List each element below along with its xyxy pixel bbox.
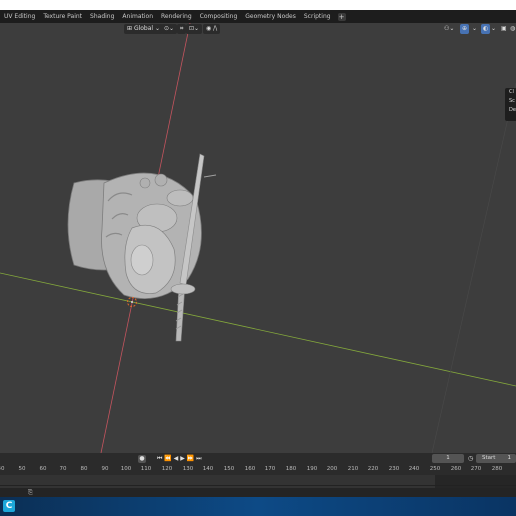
chevron-down-icon: ⌄: [491, 25, 497, 32]
tab-uv-editing[interactable]: UV Editing: [0, 10, 39, 23]
tick-label: 90: [101, 466, 109, 472]
keyframe-icon[interactable]: ⎘: [28, 488, 33, 497]
tick-label: 220: [367, 466, 379, 472]
overlay-dropdown[interactable]: ⌄: [491, 24, 496, 34]
viewport-shading-icon: ◍: [510, 25, 516, 32]
track-divider: [0, 485, 516, 486]
viewport-scene: [0, 23, 516, 453]
visibility-dropdown[interactable]: ⚇⌄: [444, 24, 454, 34]
tick-label: 140: [202, 466, 214, 472]
start-label: Start: [482, 455, 496, 461]
tick-label: 70: [59, 466, 67, 472]
panel-line: De: [509, 107, 516, 113]
gizmo-toggle[interactable]: ⊕: [460, 24, 470, 34]
tick-label: 160: [244, 466, 256, 472]
tick-label: 210: [347, 466, 359, 472]
shading-solid-button[interactable]: ◍: [510, 24, 515, 34]
tick-label: 180: [285, 466, 297, 472]
tick-label: 100: [120, 466, 132, 472]
tab-geometry-nodes[interactable]: Geometry Nodes: [241, 10, 300, 23]
clock-icon[interactable]: ◷: [468, 455, 473, 463]
tick-label: 170: [264, 466, 276, 472]
record-button[interactable]: ●: [138, 455, 146, 463]
overlay-icon: ◐: [483, 25, 489, 32]
snap-toggle[interactable]: ⌗: [177, 24, 187, 34]
xray-icon: ▣: [501, 25, 507, 32]
playback-controls[interactable]: ⏮ ⏪ ◀ ▶ ⏩ ⏭: [157, 455, 202, 463]
tick-label: 250: [429, 466, 441, 472]
pivot-icon: ⊙⌄: [164, 25, 175, 32]
panel-line: Sc: [509, 98, 515, 104]
tick-label: 130: [182, 466, 194, 472]
snap-target-dropdown[interactable]: ⊡⌄: [186, 24, 203, 34]
visibility-icon: ⚇⌄: [444, 25, 455, 32]
app-icon[interactable]: C: [3, 500, 15, 512]
tab-animation[interactable]: Animation: [118, 10, 157, 23]
tab-scripting[interactable]: Scripting: [300, 10, 335, 23]
chevron-down-icon: ⌄: [155, 25, 161, 32]
workspace-tabbar: UV Editing Texture Paint Shading Animati…: [0, 10, 516, 23]
tick-label: 280: [491, 466, 503, 472]
tick-label: 260: [450, 466, 462, 472]
current-frame-field[interactable]: 1: [432, 454, 464, 463]
tab-texture-paint[interactable]: Texture Paint: [39, 10, 86, 23]
viewport-header: ⊞ Global ⌄ ⊙⌄ ⌗ ⊡⌄ ◉ /\ ⚇⌄ ⊕ ⌄ ◐ ⌄ ▣ ◍: [0, 23, 516, 35]
tick-label: 200: [326, 466, 338, 472]
os-taskbar: C: [0, 497, 516, 516]
tick-label: 190: [306, 466, 318, 472]
timeline-ruler[interactable]: 40 50 60 70 80 90 100 110 120 130 140 15…: [0, 465, 516, 475]
orientation-label: Global: [133, 25, 154, 32]
playback-icons: ⏮ ⏪ ◀ ▶ ⏩ ⏭: [157, 455, 202, 462]
tick-label: 80: [80, 466, 88, 472]
tab-rendering[interactable]: Rendering: [157, 10, 196, 23]
orientation-icon: ⊞: [127, 25, 134, 32]
tick-label: 120: [161, 466, 173, 472]
chevron-down-icon: ⌄: [472, 25, 478, 32]
timeline-header: ● ⏮ ⏪ ◀ ▶ ⏩ ⏭ 1 ◷ Start 1: [0, 453, 516, 465]
tick-label: 110: [140, 466, 152, 472]
tick-label: 60: [39, 466, 47, 472]
panel-line: Cl: [509, 89, 514, 95]
proportional-edit-icon: ◉ /\: [206, 25, 218, 32]
start-value: 1: [507, 455, 512, 461]
proportional-edit-toggle[interactable]: ◉ /\: [203, 24, 221, 34]
timeline-track[interactable]: [0, 475, 516, 488]
tick-label: 270: [470, 466, 482, 472]
tab-shading[interactable]: Shading: [86, 10, 118, 23]
tab-compositing[interactable]: Compositing: [196, 10, 242, 23]
status-bar: ⎘: [0, 488, 516, 497]
tick-label: 40: [0, 466, 5, 472]
tick-label: 240: [408, 466, 420, 472]
tick-label: 150: [223, 466, 235, 472]
xray-toggle[interactable]: ▣: [501, 24, 507, 34]
sculpt-model[interactable]: [67, 153, 217, 342]
tick-label: 50: [18, 466, 26, 472]
add-workspace-button[interactable]: +: [337, 12, 346, 21]
gizmo-dropdown[interactable]: ⌄: [472, 24, 477, 34]
snap-target-icon: ⊡⌄: [189, 25, 200, 32]
record-icon: ●: [139, 455, 145, 462]
timeline-out-of-range: [435, 475, 516, 488]
title-strip: [0, 0, 516, 10]
start-frame-field[interactable]: Start 1: [476, 454, 516, 463]
gizmo-icon: ⊕: [462, 25, 468, 32]
tick-label: 230: [388, 466, 400, 472]
3d-viewport[interactable]: ⊞ Global ⌄ ⊙⌄ ⌗ ⊡⌄ ◉ /\ ⚇⌄ ⊕ ⌄ ◐ ⌄ ▣ ◍ C…: [0, 23, 516, 453]
overlay-toggle[interactable]: ◐: [481, 24, 491, 34]
pivot-point-dropdown[interactable]: ⊙⌄: [161, 24, 178, 34]
transform-orientation-dropdown[interactable]: ⊞ Global ⌄: [124, 24, 164, 34]
y-axis-line: [0, 272, 516, 387]
redo-panel[interactable]: Cl Sc De: [505, 88, 516, 121]
snap-icon: ⌗: [180, 25, 184, 32]
grid-line: [431, 82, 516, 453]
